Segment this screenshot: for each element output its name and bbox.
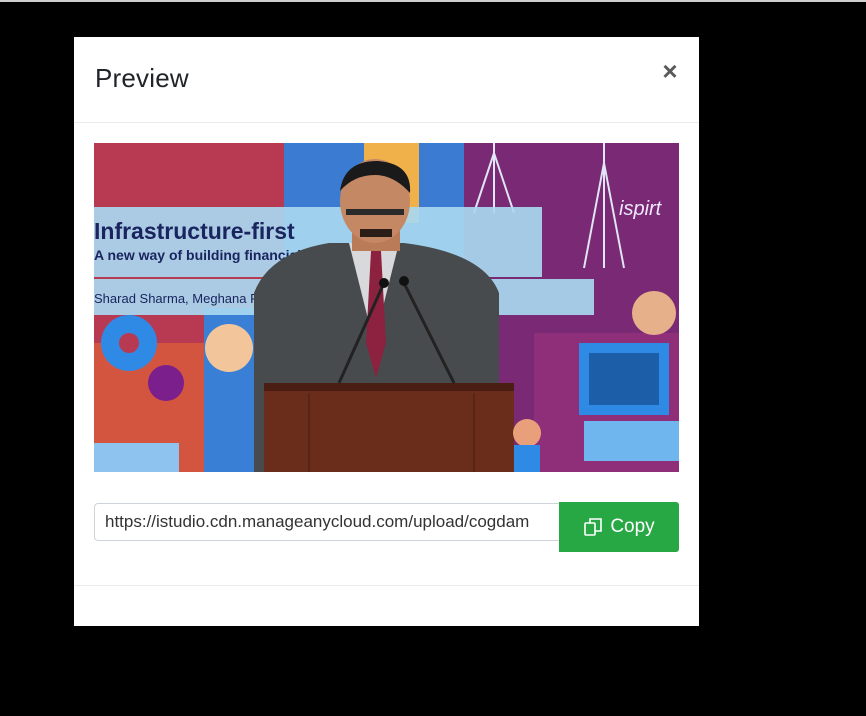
url-row: Copy bbox=[94, 502, 679, 552]
modal-footer bbox=[74, 585, 699, 626]
preview-image: Infrastructure-first A new way of buildi… bbox=[94, 143, 679, 472]
modal-header: Preview × bbox=[74, 37, 699, 123]
copy-button[interactable]: Copy bbox=[559, 502, 679, 552]
podium bbox=[264, 383, 514, 472]
ispirt-logo: ispirt bbox=[619, 198, 663, 220]
modal-title: Preview bbox=[95, 63, 189, 93]
window-top-edge bbox=[0, 0, 866, 2]
close-icon[interactable]: × bbox=[658, 58, 682, 84]
copy-button-label: Copy bbox=[610, 516, 655, 537]
copy-icon bbox=[584, 518, 603, 536]
url-field[interactable] bbox=[94, 503, 559, 541]
slide-title: Infrastructure-first bbox=[94, 218, 295, 244]
preview-modal: Preview × Infrastructure-first A new way… bbox=[74, 37, 699, 626]
